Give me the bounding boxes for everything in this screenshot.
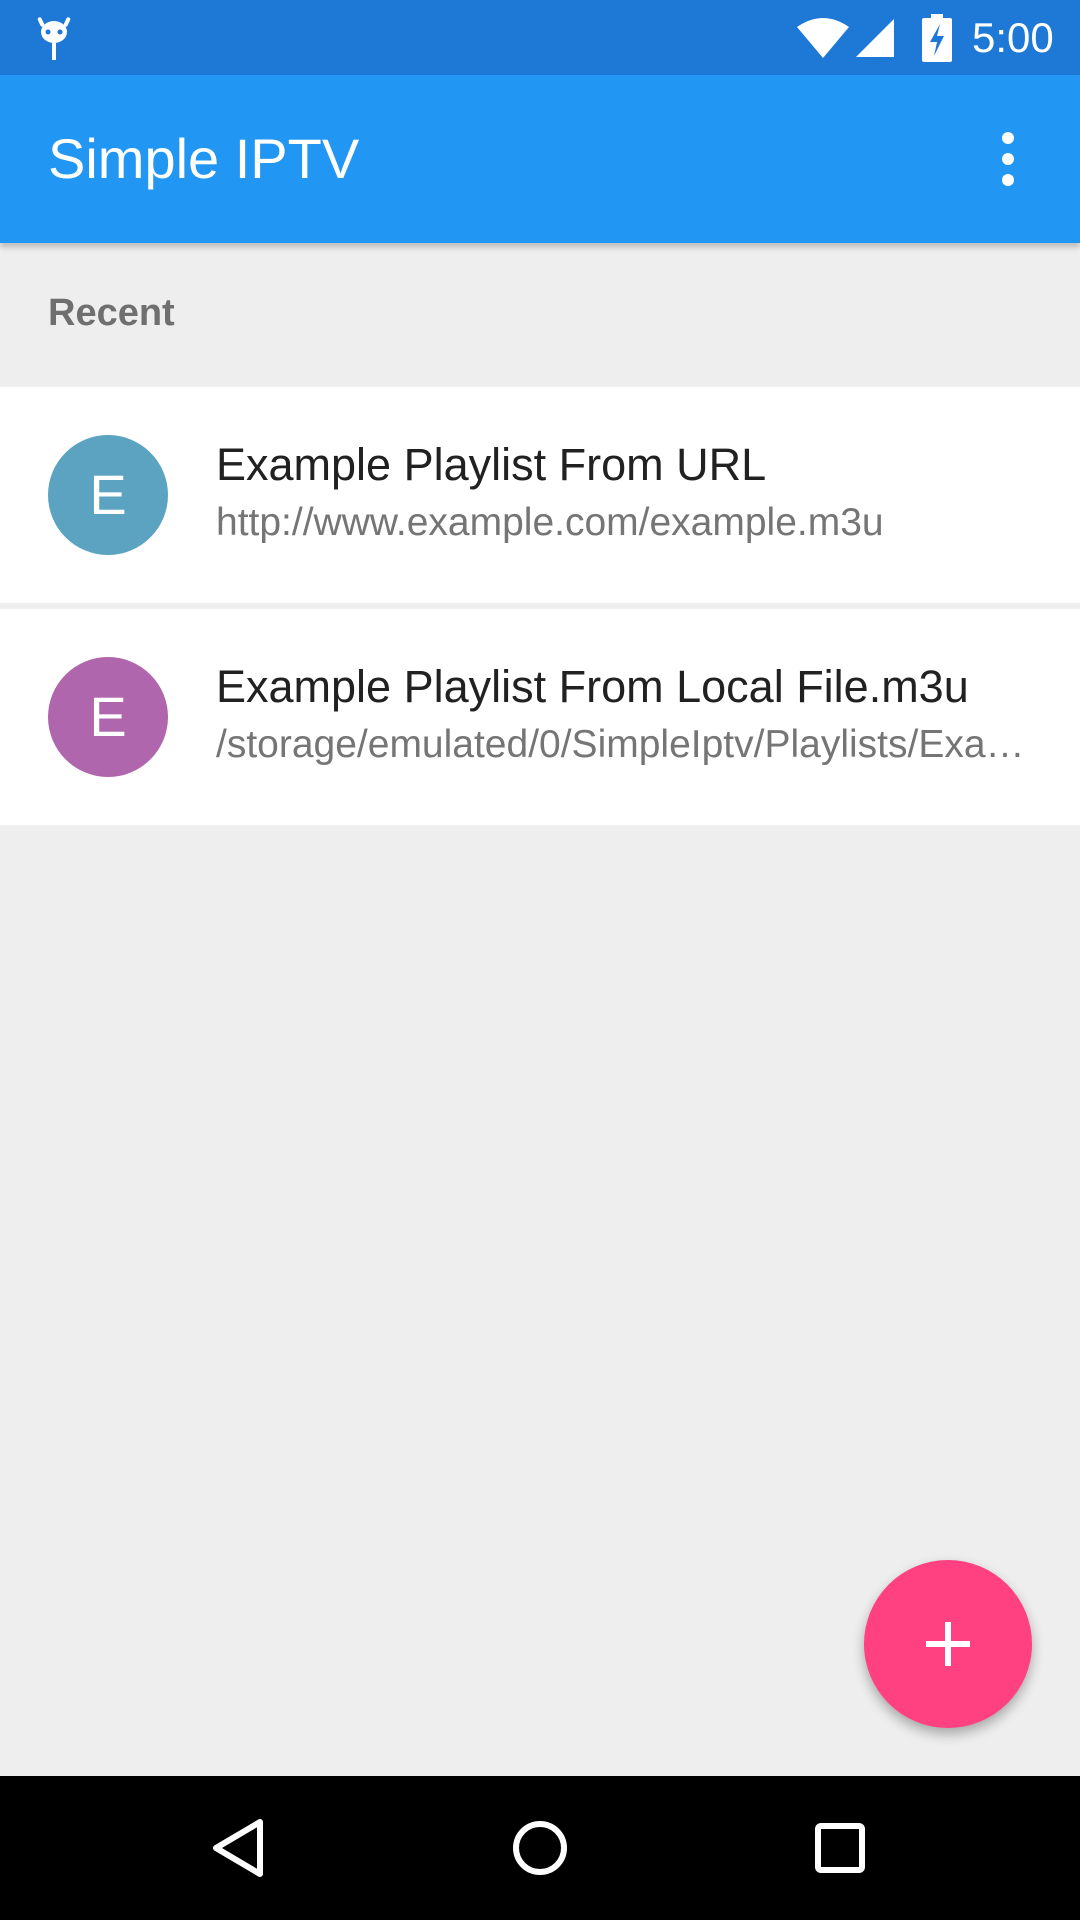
playlist-item-url[interactable]: E Example Playlist From URL http://www.e… (0, 387, 1080, 603)
avatar: E (48, 435, 168, 555)
screen: 5:00 Simple IPTV Recent E Example Playli… (0, 0, 1080, 1920)
home-icon[interactable] (504, 1812, 576, 1884)
section-label-recent: Recent (48, 292, 175, 334)
add-playlist-button[interactable] (864, 1560, 1032, 1728)
system-nav-bar (0, 1776, 1080, 1920)
app-title: Simple IPTV (48, 127, 360, 190)
more-vert-icon (1002, 132, 1014, 144)
playlist-item-local-file[interactable]: E Example Playlist From Local File.m3u /… (0, 609, 1080, 825)
wifi-icon (797, 18, 849, 58)
playlist-title: Example Playlist From URL (216, 439, 767, 490)
playlist-path: /storage/emulated/0/SimpleIptv/Playlists… (216, 723, 1028, 766)
recents-icon[interactable] (804, 1812, 876, 1884)
more-options-button[interactable] (978, 117, 1038, 201)
back-icon[interactable] (204, 1812, 276, 1884)
app-bar: Simple IPTV (0, 75, 1080, 243)
section-header: Recent (0, 243, 1080, 387)
battery-charging-icon (922, 14, 952, 62)
debug-icon (37, 17, 71, 60)
status-clock: 5:00 (972, 14, 1054, 61)
cell-signal-icon (856, 19, 894, 57)
playlist-title: Example Playlist From Local File.m3u (216, 661, 969, 712)
add-icon (926, 1622, 970, 1666)
status-bar: 5:00 (0, 0, 1080, 75)
playlist-path: http://www.example.com/example.m3u (216, 501, 884, 544)
avatar: E (48, 657, 168, 777)
